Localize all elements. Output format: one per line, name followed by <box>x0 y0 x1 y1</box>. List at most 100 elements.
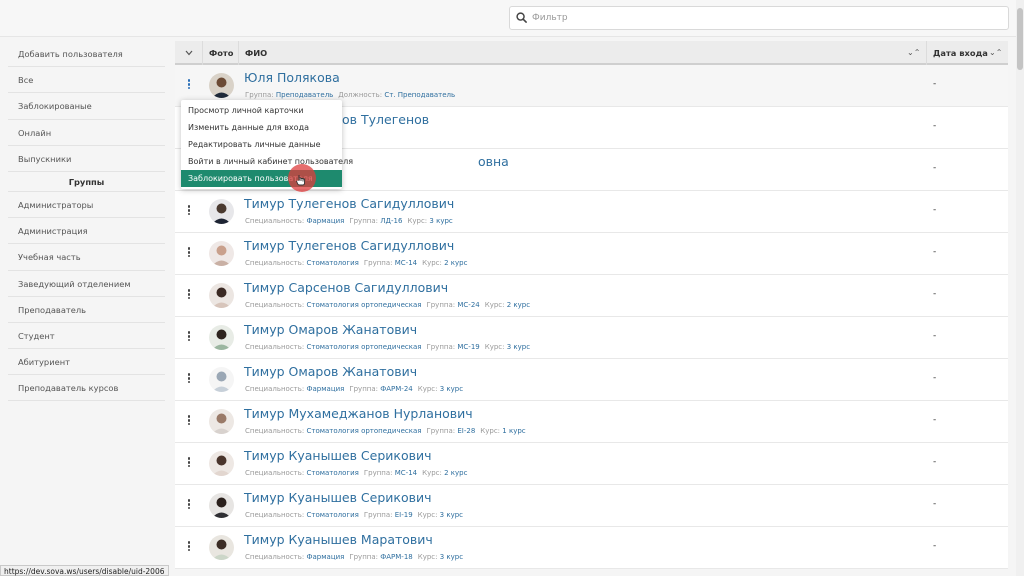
user-meta: Специальность: Стоматология Группа: МС-14… <box>245 469 467 477</box>
user-name-link[interactable]: Тимур Куанышев Серикович <box>244 448 432 463</box>
menu-item-login-as-user[interactable]: Войти в личный кабинет пользователя <box>181 153 353 170</box>
user-name-link[interactable]: Тимур Тулегенов Сагидуллович <box>244 196 454 211</box>
meta-value-link[interactable]: ЛД-16 <box>380 217 402 225</box>
user-meta: Группа: Преподаватель Должность: Ст. Преп… <box>245 91 455 99</box>
meta-value-link[interactable]: ЕI-28 <box>457 427 475 435</box>
user-name-link[interactable]: Тимур Куанышев Маратович <box>244 532 433 547</box>
kebab-menu-icon[interactable] <box>185 414 193 430</box>
sidebar-item-add-user[interactable]: Добавить пользователя <box>8 41 165 68</box>
meta-value-link[interactable]: Ст. Преподаватель <box>384 91 455 99</box>
filter-input[interactable] <box>532 10 1002 26</box>
user-name-link[interactable]: Тимур Сарсенов Сагидуллович <box>244 280 448 295</box>
menu-item-block-user[interactable]: Заблокировать пользователя <box>181 170 342 187</box>
sidebar-group-teacher[interactable]: Преподаватель <box>8 297 165 323</box>
meta-value-link[interactable]: 2 курс <box>444 469 467 477</box>
user-name-link[interactable]: Тимур Куанышев Серикович <box>244 490 432 505</box>
meta-value-link[interactable]: 3 курс <box>440 511 463 519</box>
sidebar-group-applicant[interactable]: Абитуриент <box>8 349 165 376</box>
meta-value-link[interactable]: МС-14 <box>395 259 417 267</box>
meta-value-link[interactable]: Стоматология ортопедическая <box>306 427 421 435</box>
sidebar-group-course-teacher[interactable]: Преподаватель курсов <box>8 375 165 402</box>
table-row[interactable]: Тимур Мухамеджанов Нурланович Специальнос… <box>175 401 1008 443</box>
sort-arrows-icon[interactable]: ⌄⌃ <box>907 41 920 65</box>
meta-value-link[interactable]: МС-24 <box>457 301 479 309</box>
meta-value-link[interactable]: 2 курс <box>444 259 467 267</box>
page-scrollbar[interactable] <box>1016 0 1024 576</box>
sidebar-group-administration[interactable]: Администрация <box>8 218 165 245</box>
kebab-menu-icon[interactable] <box>185 78 193 94</box>
sidebar-group-student[interactable]: Студент <box>8 323 165 350</box>
scrollbar-thumb[interactable] <box>1017 8 1023 70</box>
user-name-link[interactable]: Тимур Омаров Жанатович <box>244 322 417 337</box>
menu-item-edit-personal[interactable]: Редактировать личные данные <box>181 136 342 153</box>
meta-label: Курс: <box>422 469 442 477</box>
user-name-link[interactable]: Тимур Мухамеджанов Нурланович <box>244 406 473 421</box>
meta-label: Группа: <box>426 301 456 309</box>
meta-value-link[interactable]: Стоматология <box>306 469 358 477</box>
sidebar-item-graduates[interactable]: Выпускники <box>8 146 165 172</box>
kebab-menu-icon[interactable] <box>185 330 193 346</box>
user-meta: Специальность: Стоматология ортопедическ… <box>245 343 530 351</box>
user-name-link[interactable]: овна <box>478 154 509 169</box>
table-row[interactable]: Тимур Тулегенов Сагидуллович Специальност… <box>175 191 1008 233</box>
kebab-menu-icon[interactable] <box>185 498 193 514</box>
user-name-link[interactable]: Юля Полякова <box>244 70 340 85</box>
sidebar-item-all[interactable]: Все <box>8 67 165 94</box>
meta-value-link[interactable]: ФАРМ-24 <box>380 385 413 393</box>
select-column-header[interactable] <box>175 41 203 65</box>
avatar <box>209 283 234 308</box>
kebab-menu-icon[interactable] <box>185 456 193 472</box>
kebab-menu-icon[interactable] <box>185 372 193 388</box>
meta-value-link[interactable]: ЕI-19 <box>395 511 413 519</box>
meta-value-link[interactable]: ФАРМ-18 <box>380 553 413 561</box>
meta-value-link[interactable]: Стоматология ортопедическая <box>306 343 421 351</box>
meta-value-link[interactable]: Стоматология ортопедическая <box>306 301 421 309</box>
meta-value-link[interactable]: 2 курс <box>507 301 530 309</box>
meta-value-link[interactable]: Преподаватель <box>276 91 333 99</box>
meta-label: Группа: <box>349 385 378 393</box>
table-row[interactable]: Тимур Тулегенов Сагидуллович Специальност… <box>175 233 1008 275</box>
column-header-date[interactable]: Дата входа ⌄⌃ <box>927 41 1008 65</box>
meta-value-link[interactable]: 1 курс <box>502 427 525 435</box>
menu-item-view-card[interactable]: Просмотр личной карточки <box>181 102 342 119</box>
user-name-link[interactable]: Тимур Тулегенов Сагидуллович <box>244 238 454 253</box>
table-row[interactable]: Тимур Сарсенов Сагидуллович Специальность… <box>175 275 1008 317</box>
meta-value-link[interactable]: Стоматология <box>306 259 358 267</box>
table-row[interactable]: Тимур Куанышев Серикович Специальность: С… <box>175 443 1008 485</box>
table-row[interactable]: Тимур Куанышев Маратович Специальность: Ф… <box>175 527 1008 569</box>
sidebar-item-online[interactable]: Онлайн <box>8 120 165 146</box>
sidebar-groups-heading: Группы <box>8 172 165 192</box>
sidebar-group-administrators[interactable]: Администраторы <box>8 192 165 219</box>
user-name-link[interactable]: Тимур Омаров Жанатович <box>244 364 417 379</box>
table-row[interactable]: Тимур Омаров Жанатович Специальность: Сто… <box>175 317 1008 359</box>
table-row[interactable]: Тимур Куанышев Серикович Специальность: С… <box>175 485 1008 527</box>
meta-value-link[interactable]: МС-19 <box>457 343 479 351</box>
meta-value-link[interactable]: Стоматология <box>306 511 358 519</box>
table-row[interactable]: Тимур Омаров Жанатович Специальность: Фар… <box>175 359 1008 401</box>
meta-value-link[interactable]: Фармация <box>306 217 344 225</box>
kebab-menu-icon[interactable] <box>185 204 193 220</box>
kebab-menu-icon[interactable] <box>185 288 193 304</box>
meta-value-link[interactable]: 3 курс <box>507 343 530 351</box>
top-bar <box>0 0 1016 37</box>
sidebar-group-academic-office[interactable]: Учебная часть <box>8 244 165 271</box>
filter-box[interactable] <box>509 6 1009 30</box>
meta-label: Группа: <box>426 343 456 351</box>
meta-label: Специальность: <box>245 469 305 477</box>
sidebar-group-department-head[interactable]: Заведующий отделением <box>8 271 165 297</box>
meta-value-link[interactable]: 3 курс <box>440 553 463 561</box>
meta-value-link[interactable]: МС-14 <box>395 469 417 477</box>
meta-label: Специальность: <box>245 511 305 519</box>
kebab-menu-icon[interactable] <box>185 246 193 262</box>
meta-value-link[interactable]: 3 курс <box>440 385 463 393</box>
sort-arrows-icon[interactable]: ⌄⌃ <box>989 41 1002 65</box>
meta-value-link[interactable]: Фармация <box>306 385 344 393</box>
menu-item-edit-login[interactable]: Изменить данные для входа <box>181 119 342 136</box>
column-header-fio[interactable]: ФИО ⌄⌃ <box>239 41 927 65</box>
meta-value-link[interactable]: 3 курс <box>429 217 452 225</box>
kebab-menu-icon[interactable] <box>185 540 193 556</box>
avatar <box>209 451 234 476</box>
sidebar-item-blocked[interactable]: Заблокированые <box>8 93 165 120</box>
meta-value-link[interactable]: Фармация <box>306 553 344 561</box>
user-name-link[interactable]: ов Тулегенов <box>342 112 429 127</box>
